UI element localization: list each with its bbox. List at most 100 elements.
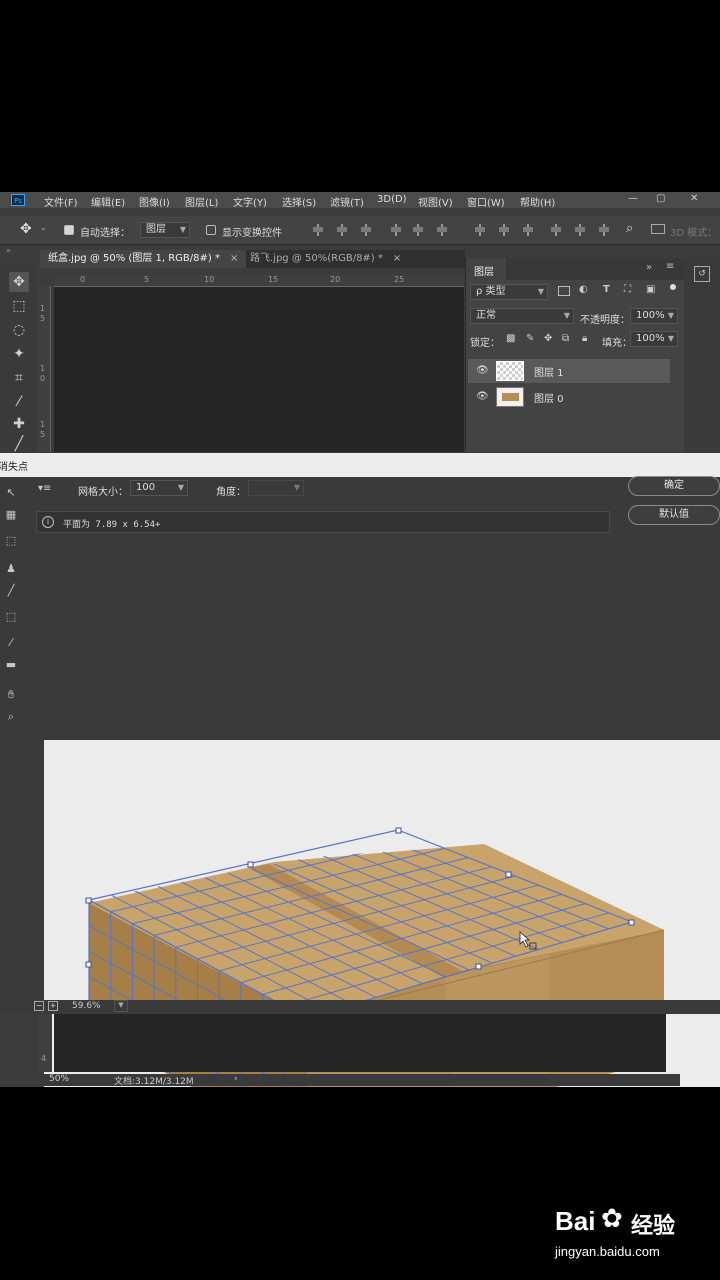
search-icon[interactable]: ⌕: [626, 221, 633, 236]
tab-close-icon[interactable]: ×: [393, 253, 401, 264]
lock-label: 锁定：: [470, 338, 500, 349]
maximize-icon[interactable]: ▢: [656, 193, 665, 204]
menu-edit[interactable]: 编辑(E): [91, 194, 125, 209]
eyedropper-tool-icon[interactable]: ⁄: [3, 635, 19, 651]
chevron-down-icon: ▼: [537, 287, 544, 296]
lock-position-icon[interactable]: ✥: [544, 333, 552, 344]
document-canvas-lower[interactable]: [54, 1014, 666, 1072]
transform-tool-icon[interactable]: ⬚: [3, 609, 19, 625]
status-menu-arrow[interactable]: ›: [234, 1074, 238, 1084]
ruler-tick: 25: [394, 275, 405, 284]
collapse-toolbar-icon[interactable]: »: [6, 246, 11, 255]
show-transform-checkbox[interactable]: [206, 225, 216, 235]
stamp-tool-icon[interactable]: ♟: [3, 561, 19, 577]
auto-select-checkbox[interactable]: [64, 225, 74, 235]
lock-all-icon[interactable]: 🔒︎: [582, 333, 587, 344]
healing-brush-icon[interactable]: ✚: [9, 414, 29, 434]
hand-tool-icon[interactable]: ✋︎: [3, 687, 19, 703]
opacity-input[interactable]: 100% ▼: [630, 308, 678, 324]
ruler-tick: 10: [204, 275, 215, 284]
distribute-left-icon[interactable]: [550, 224, 562, 236]
menu-window[interactable]: 窗口(W): [467, 194, 505, 209]
filter-adjustment-icon[interactable]: ◐: [579, 284, 588, 295]
document-canvas[interactable]: [54, 287, 464, 452]
filter-shape-icon[interactable]: ⛶: [624, 284, 631, 295]
ruler-tick: 1: [40, 304, 46, 313]
blend-mode-dropdown[interactable]: 正常 ▼: [470, 308, 574, 324]
grid-size-input[interactable]: 100 ▼: [130, 480, 188, 496]
measure-tool-icon[interactable]: ▬: [3, 657, 19, 673]
zoom-tool-icon[interactable]: ⌕: [3, 709, 19, 725]
menu-type[interactable]: 文字(Y): [233, 194, 267, 209]
menu-image[interactable]: 图像(I): [139, 194, 170, 209]
zoom-in-icon[interactable]: +: [48, 1001, 58, 1011]
menu-3d[interactable]: 3D(D): [377, 194, 407, 205]
panel-menu-icon[interactable]: ≡: [666, 261, 674, 272]
menu-select[interactable]: 选择(S): [282, 194, 316, 209]
align-bottom-icon[interactable]: [360, 224, 372, 236]
menu-help[interactable]: 帮助(H): [520, 194, 555, 209]
vp-menu-icon[interactable]: ▾≡: [38, 483, 51, 494]
marquee-tool-icon[interactable]: ⬚: [9, 296, 29, 316]
lasso-tool-icon[interactable]: ◌: [9, 320, 29, 340]
menu-view[interactable]: 视图(V): [418, 194, 453, 209]
tab-close-icon[interactable]: ×: [230, 253, 238, 264]
history-panel-icon[interactable]: ↺: [694, 266, 710, 282]
angle-input[interactable]: ▼: [248, 480, 304, 496]
workspace-icon[interactable]: [651, 224, 665, 234]
crop-tool-icon[interactable]: ⌗: [9, 368, 29, 388]
move-tool-icon[interactable]: ✥: [20, 221, 32, 237]
filter-type-icon[interactable]: T: [603, 284, 610, 295]
menu-filter[interactable]: 滤镜(T): [330, 194, 364, 209]
create-plane-tool-icon[interactable]: ▦: [3, 507, 19, 523]
distribute-right-icon[interactable]: [598, 224, 610, 236]
eyedropper-tool-icon[interactable]: ⁄: [9, 392, 29, 412]
document-tabs: 纸盒.jpg @ 50% (图层 1, RGB/8#) * × 路飞.jpg @ …: [40, 250, 465, 268]
reset-button[interactable]: 默认值: [628, 505, 720, 525]
lock-paint-icon[interactable]: ✎: [526, 333, 534, 344]
layer-filter-dropdown[interactable]: ρ 类型 ▼: [470, 284, 548, 300]
close-icon[interactable]: ✕: [690, 193, 698, 204]
align-hcenter-icon[interactable]: [412, 224, 424, 236]
lock-transparency-icon[interactable]: ▩: [506, 333, 515, 344]
visibility-eye-icon[interactable]: 👁︎: [476, 391, 489, 403]
align-right-icon[interactable]: [436, 224, 448, 236]
minimize-icon[interactable]: —: [628, 193, 638, 204]
visibility-eye-icon[interactable]: 👁︎: [476, 365, 489, 377]
zoom-out-icon[interactable]: −: [34, 1001, 44, 1011]
align-vcenter-icon[interactable]: [336, 224, 348, 236]
distribute-bottom-icon[interactable]: [522, 224, 534, 236]
fill-value: 100%: [636, 333, 665, 344]
align-top-icon[interactable]: [312, 224, 324, 236]
auto-select-dropdown[interactable]: 图层 ▼: [140, 222, 190, 238]
fill-input[interactable]: 100% ▼: [630, 331, 678, 347]
filter-pixel-icon[interactable]: [558, 286, 570, 296]
menu-file[interactable]: 文件(F): [44, 194, 78, 209]
layer-thumbnail-transparent: [496, 361, 524, 381]
distribute-hcenter-icon[interactable]: [574, 224, 586, 236]
menu-layer[interactable]: 图层(L): [185, 194, 218, 209]
brush-tool-icon[interactable]: ╱: [9, 434, 29, 454]
ok-button[interactable]: 确定: [628, 476, 720, 496]
distribute-vcenter-icon[interactable]: [498, 224, 510, 236]
distribute-top-icon[interactable]: [474, 224, 486, 236]
tab-document-1[interactable]: 纸盒.jpg @ 50% (图层 1, RGB/8#) * ×: [40, 250, 247, 268]
menu-bar: Ps 文件(F) 编辑(E) 图像(I) 图层(L) 文字(Y) 选择(S) 滤…: [0, 192, 720, 209]
lock-artboard-icon[interactable]: ⧉: [562, 333, 569, 344]
ruler-top: 0 5 10 15 20 25: [54, 274, 464, 287]
zoom-dropdown-icon[interactable]: ▼: [114, 1000, 128, 1012]
brush-tool-icon[interactable]: ╱: [3, 583, 19, 599]
magic-wand-tool-icon[interactable]: ✦: [9, 344, 29, 364]
move-tool-icon[interactable]: ✥: [9, 272, 29, 292]
chevron-down-icon[interactable]: ⌄: [40, 223, 47, 232]
filter-smart-object-icon[interactable]: ▣: [646, 284, 655, 295]
align-left-icon[interactable]: [390, 224, 402, 236]
layer-row-0[interactable]: 👁︎ 图层 0: [468, 385, 670, 409]
panel-collapse-icon[interactable]: »: [646, 262, 652, 273]
watermark-url: jingyan.baidu.com: [555, 1244, 660, 1259]
marquee-tool-icon[interactable]: ⬚: [3, 533, 19, 549]
filter-toggle-icon[interactable]: [670, 284, 676, 290]
tab-document-2[interactable]: 路飞.jpg @ 50%(RGB/8#) * ×: [242, 250, 409, 268]
layer-row-1[interactable]: 👁︎ 图层 1: [468, 359, 670, 383]
edit-plane-tool-icon[interactable]: ↖: [3, 485, 19, 501]
